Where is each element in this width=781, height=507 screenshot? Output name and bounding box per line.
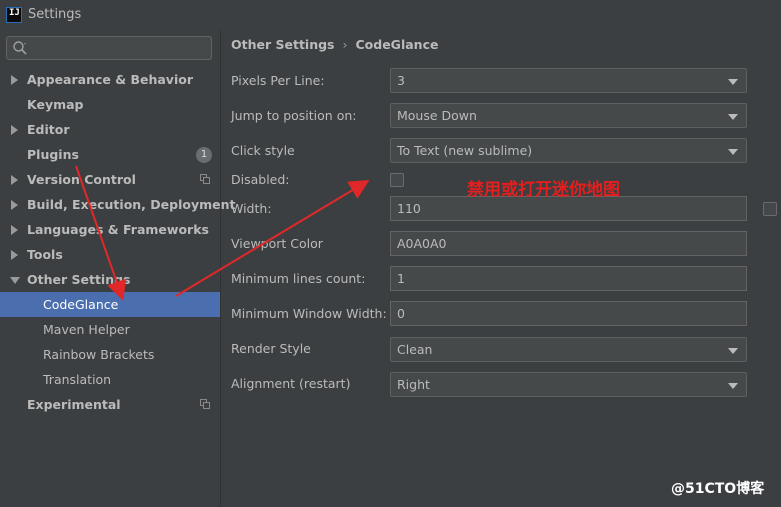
click-style-label: Click style xyxy=(231,143,295,158)
intellij-app-icon: IJ xyxy=(6,7,22,23)
sidebar-item-label: Translation xyxy=(43,372,112,387)
sidebar-item-other-settings[interactable]: Other Settings xyxy=(0,267,220,292)
jump-to-position-select[interactable]: Mouse Down xyxy=(390,103,747,128)
field-value: A0A0A0 xyxy=(397,236,447,251)
viewport-color-field[interactable]: A0A0A0 xyxy=(390,231,747,256)
sidebar-item-version-control[interactable]: Version Control xyxy=(0,167,220,192)
search-icon xyxy=(13,41,27,55)
alignment-select[interactable]: Right xyxy=(390,372,747,397)
select-value: Clean xyxy=(397,342,433,357)
disabled-checkbox[interactable] xyxy=(390,173,404,187)
expand-arrow-icon[interactable] xyxy=(11,175,18,185)
expand-arrow-icon[interactable] xyxy=(11,200,18,210)
select-value: 3 xyxy=(397,73,405,88)
select-value: Right xyxy=(397,377,430,392)
sidebar-item-label: Build, Execution, Deployment xyxy=(27,197,236,212)
sidebar-item-languages-frameworks[interactable]: Languages & Frameworks xyxy=(0,217,220,242)
sidebar-item-label: Editor xyxy=(27,122,70,137)
pixels-per-line-select[interactable]: 3 xyxy=(390,68,747,93)
pixels-per-line-label: Pixels Per Line: xyxy=(231,73,325,88)
window-title: Settings xyxy=(28,7,82,22)
viewport-color-label: Viewport Color xyxy=(231,236,323,251)
sidebar-item-codeglance[interactable]: CodeGlance xyxy=(0,292,220,317)
dropdown-caret-icon xyxy=(728,114,738,120)
sidebar-item-experimental[interactable]: Experimental xyxy=(0,392,220,417)
project-scope-icon xyxy=(200,174,210,184)
alignment-label: Alignment (restart) xyxy=(231,376,351,391)
field-value: 0 xyxy=(397,306,405,321)
settings-sidebar: Appearance & Behavior Keymap Editor Plug… xyxy=(0,30,235,507)
sidebar-item-tools[interactable]: Tools xyxy=(0,242,220,267)
dropdown-caret-icon xyxy=(728,348,738,354)
sidebar-item-keymap[interactable]: Keymap xyxy=(0,92,220,117)
sidebar-item-label: Experimental xyxy=(27,397,121,412)
min-window-width-label: Minimum Window Width: xyxy=(231,306,387,321)
render-style-select[interactable]: Clean xyxy=(390,337,747,362)
expand-arrow-icon[interactable] xyxy=(11,225,18,235)
min-lines-count-label: Minimum lines count: xyxy=(231,271,366,286)
sidebar-item-label: Rainbow Brackets xyxy=(43,347,155,362)
dropdown-caret-icon xyxy=(728,149,738,155)
expand-arrow-icon[interactable] xyxy=(11,125,18,135)
min-window-width-field[interactable]: 0 xyxy=(390,301,747,326)
sidebar-item-label: Keymap xyxy=(27,97,84,112)
sidebar-item-label: Other Settings xyxy=(27,272,131,287)
sidebar-item-label: Tools xyxy=(27,247,63,262)
dropdown-caret-icon xyxy=(728,79,738,85)
breadcrumb: Other Settings › CodeGlance xyxy=(231,37,438,52)
sidebar-item-label: Languages & Frameworks xyxy=(27,222,209,237)
sidebar-item-label: Appearance & Behavior xyxy=(27,72,193,87)
field-value: 1 xyxy=(397,271,405,286)
expand-arrow-icon[interactable] xyxy=(11,75,18,85)
breadcrumb-parent: Other Settings xyxy=(231,37,335,52)
sidebar-item-label: Plugins xyxy=(27,147,79,162)
sidebar-item-plugins[interactable]: Plugins 1 xyxy=(0,142,220,167)
sidebar-item-appearance-behavior[interactable]: Appearance & Behavior xyxy=(0,67,220,92)
dropdown-caret-icon xyxy=(728,383,738,389)
field-value: 110 xyxy=(397,201,421,216)
sidebar-item-label: Version Control xyxy=(27,172,136,187)
sidebar-item-translation[interactable]: Translation xyxy=(0,367,220,392)
update-count-badge: 1 xyxy=(196,147,212,163)
breadcrumb-current: CodeGlance xyxy=(355,37,439,52)
sidebar-item-editor[interactable]: Editor xyxy=(0,117,220,142)
title-bar: IJ Settings xyxy=(0,0,781,30)
annotation-text: 禁用或打开迷你地图 xyxy=(467,180,620,200)
width-extra-checkbox[interactable] xyxy=(763,202,777,216)
project-scope-icon xyxy=(200,399,210,409)
watermark: @51CTO博客 xyxy=(671,481,765,497)
width-label: Width: xyxy=(231,201,272,216)
disabled-label: Disabled: xyxy=(231,172,290,187)
search-input[interactable] xyxy=(33,39,208,57)
select-value: To Text (new sublime) xyxy=(397,143,533,158)
click-style-select[interactable]: To Text (new sublime) xyxy=(390,138,747,163)
sidebar-item-rainbow-brackets[interactable]: Rainbow Brackets xyxy=(0,342,220,367)
render-style-label: Render Style xyxy=(231,341,311,356)
min-lines-count-field[interactable]: 1 xyxy=(390,266,747,291)
jump-to-position-label: Jump to position on: xyxy=(231,108,357,123)
sidebar-item-build-execution-deployment[interactable]: Build, Execution, Deployment xyxy=(0,192,235,217)
sidebar-item-label: Maven Helper xyxy=(43,322,130,337)
sidebar-item-label: CodeGlance xyxy=(43,297,119,312)
select-value: Mouse Down xyxy=(397,108,477,123)
expand-arrow-icon[interactable] xyxy=(11,250,18,260)
sidebar-item-maven-helper[interactable]: Maven Helper xyxy=(0,317,220,342)
breadcrumb-separator: › xyxy=(342,37,348,52)
settings-panel: Other Settings › CodeGlance Pixels Per Lin… xyxy=(221,30,781,507)
search-box[interactable] xyxy=(6,36,212,60)
collapse-arrow-icon[interactable] xyxy=(10,277,20,284)
